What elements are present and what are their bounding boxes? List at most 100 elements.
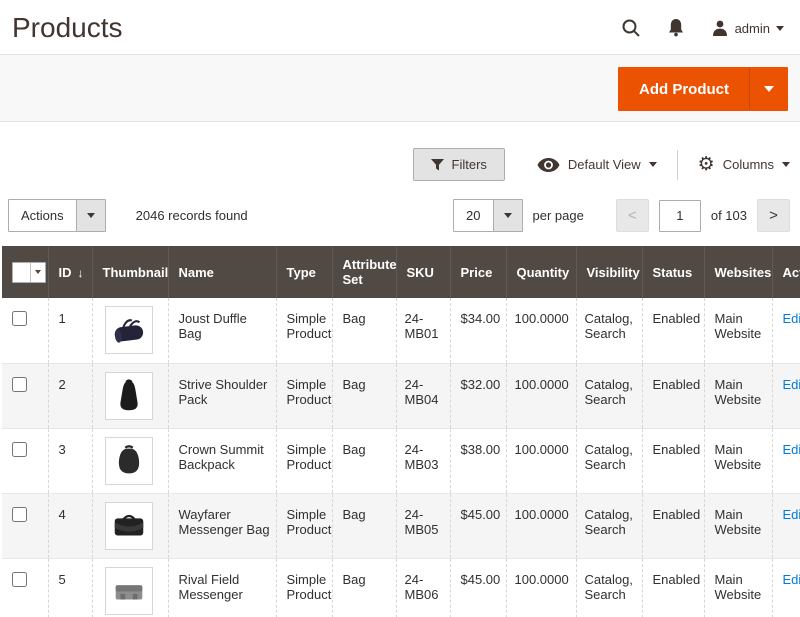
chevron-down-icon	[35, 270, 41, 274]
cell-quantity: 100.0000	[506, 558, 576, 617]
table-row[interactable]: 1 Joust Duffle Bag Simple Product Bag 24…	[2, 298, 800, 363]
actions-select[interactable]: Actions	[8, 199, 106, 232]
next-page-button[interactable]: >	[757, 199, 790, 232]
product-thumbnail	[105, 437, 153, 485]
cell-type: Simple Product	[276, 428, 332, 493]
cell-type: Simple Product	[276, 298, 332, 363]
previous-page-button[interactable]: <	[616, 199, 649, 232]
filters-button[interactable]: Filters	[413, 148, 505, 181]
toolbar: Add Product	[0, 54, 800, 122]
columns-control[interactable]: ⚙ Columns	[698, 155, 790, 174]
cell-visibility: Catalog, Search	[576, 428, 642, 493]
column-header-attribute-set[interactable]: Attribute Set	[332, 246, 396, 298]
cell-attribute-set: Bag	[332, 558, 396, 617]
user-icon	[711, 19, 729, 37]
cell-visibility: Catalog, Search	[576, 298, 642, 363]
table-row[interactable]: 5 Rival Field Messenger Simple Product B…	[2, 558, 800, 617]
default-view-control[interactable]: Default View	[537, 157, 657, 172]
cell-name: Rival Field Messenger	[168, 558, 276, 617]
cell-action: Edit	[772, 493, 800, 558]
cell-checkbox	[2, 558, 48, 617]
cell-price: $32.00	[450, 363, 506, 428]
page-number-input[interactable]	[659, 200, 701, 232]
chevron-down-icon	[782, 162, 790, 167]
chevron-down-icon	[504, 213, 512, 218]
column-header-action[interactable]: Action	[772, 246, 800, 298]
cell-type: Simple Product	[276, 363, 332, 428]
notifications-icon[interactable]	[667, 18, 685, 38]
cell-status: Enabled	[642, 298, 704, 363]
edit-link[interactable]: Edit	[783, 572, 800, 587]
column-header-websites[interactable]: Websites	[704, 246, 772, 298]
filter-icon	[431, 159, 444, 171]
cell-thumbnail	[92, 428, 168, 493]
cell-type: Simple Product	[276, 558, 332, 617]
default-view-label: Default View	[568, 157, 641, 172]
row-checkbox[interactable]	[12, 377, 27, 392]
product-thumbnail	[105, 372, 153, 420]
chevron-down-icon	[764, 86, 774, 92]
cell-name: Wayfarer Messenger Bag	[168, 493, 276, 558]
divider	[677, 150, 678, 180]
edit-link[interactable]: Edit	[783, 442, 800, 457]
page-title: Products	[12, 12, 123, 44]
table-row[interactable]: 2 Strive Shoulder Pack Simple Product Ba…	[2, 363, 800, 428]
row-checkbox[interactable]	[12, 442, 27, 457]
row-checkbox[interactable]	[12, 572, 27, 587]
column-header-visibility[interactable]: Visibility	[576, 246, 642, 298]
column-header-type[interactable]: Type	[276, 246, 332, 298]
column-header-quantity[interactable]: Quantity	[506, 246, 576, 298]
table-row[interactable]: 3 Crown Summit Backpack Simple Product B…	[2, 428, 800, 493]
chevron-down-icon	[87, 213, 95, 218]
chevron-down-icon	[649, 162, 657, 167]
edit-link[interactable]: Edit	[783, 507, 800, 522]
add-product-button[interactable]: Add Product	[618, 67, 788, 111]
columns-label: Columns	[723, 157, 774, 172]
product-table-body: 1 Joust Duffle Bag Simple Product Bag 24…	[2, 298, 800, 617]
select-all-dropdown[interactable]	[30, 263, 45, 282]
column-header-name[interactable]: Name	[168, 246, 276, 298]
row-checkbox[interactable]	[12, 507, 27, 522]
cell-attribute-set: Bag	[332, 363, 396, 428]
cell-websites: Main Website	[704, 558, 772, 617]
cell-attribute-set: Bag	[332, 298, 396, 363]
cell-checkbox	[2, 298, 48, 363]
cell-type: Simple Product	[276, 493, 332, 558]
cell-price: $38.00	[450, 428, 506, 493]
actions-select-toggle[interactable]	[76, 200, 105, 231]
cell-price: $34.00	[450, 298, 506, 363]
select-all-header[interactable]	[2, 246, 48, 298]
cell-price: $45.00	[450, 558, 506, 617]
cell-status: Enabled	[642, 363, 704, 428]
column-header-status[interactable]: Status	[642, 246, 704, 298]
cell-websites: Main Website	[704, 493, 772, 558]
records-count: 2046 records found	[136, 208, 248, 223]
cell-websites: Main Website	[704, 363, 772, 428]
cell-quantity: 100.0000	[506, 298, 576, 363]
per-page-toggle[interactable]	[493, 200, 522, 231]
cell-attribute-set: Bag	[332, 428, 396, 493]
select-all-checkbox[interactable]	[12, 262, 46, 283]
column-header-price[interactable]: Price	[450, 246, 506, 298]
cell-thumbnail	[92, 363, 168, 428]
search-icon[interactable]	[621, 18, 641, 38]
row-checkbox[interactable]	[12, 311, 27, 326]
cell-name: Strive Shoulder Pack	[168, 363, 276, 428]
per-page-select[interactable]: 20	[453, 199, 522, 232]
cell-id: 1	[48, 298, 92, 363]
table-row[interactable]: 4 Wayfarer Messenger Bag Simple Product …	[2, 493, 800, 558]
eye-icon	[537, 158, 560, 172]
edit-link[interactable]: Edit	[783, 377, 800, 392]
column-header-thumbnail[interactable]: Thumbnail	[92, 246, 168, 298]
checkbox-box[interactable]	[13, 263, 30, 282]
add-product-dropdown-toggle[interactable]	[749, 68, 787, 110]
add-product-label[interactable]: Add Product	[619, 68, 749, 110]
cell-sku: 24-MB04	[396, 363, 450, 428]
column-header-id[interactable]: ID↓	[48, 246, 92, 298]
admin-username: admin	[735, 21, 770, 36]
page-header: Products admin	[0, 0, 800, 54]
cell-sku: 24-MB06	[396, 558, 450, 617]
admin-account-menu[interactable]: admin	[711, 19, 784, 37]
column-header-sku[interactable]: SKU	[396, 246, 450, 298]
edit-link[interactable]: Edit	[783, 311, 800, 326]
